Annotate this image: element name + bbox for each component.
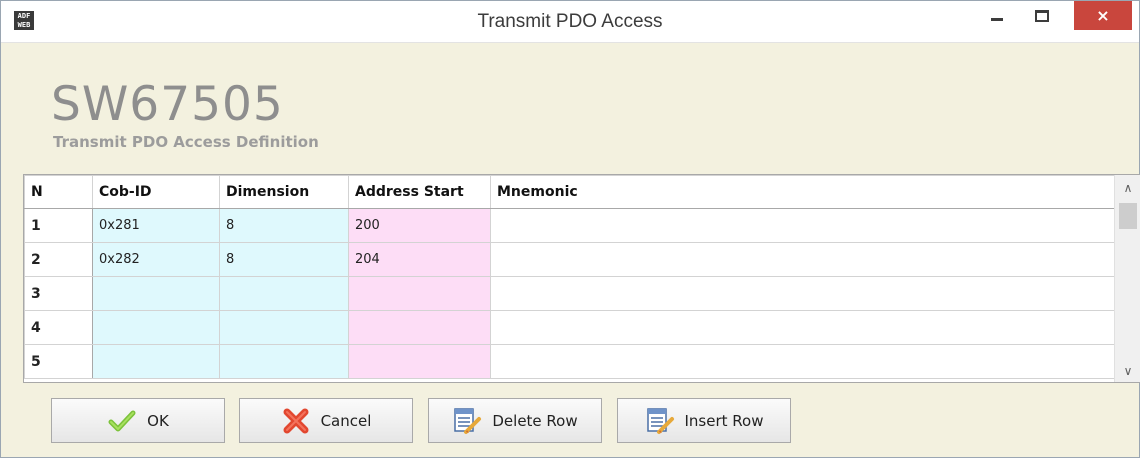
- mnemonic-cell[interactable]: [490, 276, 1115, 311]
- pdo-grid: N Cob-ID Dimension Address Start Mnemoni…: [24, 175, 1115, 379]
- cob-id-cell[interactable]: 0x281: [92, 208, 220, 243]
- dialog-window: ADF WEB Transmit PDO Access × SW67505 Tra…: [0, 0, 1140, 458]
- minimize-icon: [991, 17, 1003, 21]
- insert-row-icon: [646, 407, 674, 434]
- vertical-scrollbar[interactable]: ∧ ∨: [1114, 175, 1140, 382]
- scroll-thumb[interactable]: [1119, 203, 1137, 229]
- mnemonic-cell[interactable]: [490, 344, 1115, 379]
- address-start-cell[interactable]: [348, 276, 491, 311]
- table-row[interactable]: 2 0x282 8 204: [24, 242, 1115, 277]
- dimension-cell[interactable]: [219, 276, 349, 311]
- maximize-button[interactable]: [1021, 1, 1063, 31]
- ok-button[interactable]: OK: [51, 398, 225, 443]
- close-icon: ×: [1096, 6, 1110, 25]
- red-x-icon: [283, 408, 309, 433]
- address-start-cell[interactable]: [348, 344, 491, 379]
- ok-label: OK: [147, 411, 169, 430]
- dimension-cell[interactable]: 8: [219, 208, 349, 243]
- column-header-cob-id[interactable]: Cob-ID: [92, 175, 220, 209]
- close-button[interactable]: ×: [1074, 1, 1132, 30]
- cancel-button[interactable]: Cancel: [239, 398, 413, 443]
- title-bar[interactable]: ADF WEB Transmit PDO Access ×: [1, 1, 1139, 43]
- mnemonic-cell[interactable]: [490, 242, 1115, 277]
- dimension-cell[interactable]: [219, 344, 349, 379]
- cob-id-cell[interactable]: [92, 344, 220, 379]
- mnemonic-cell[interactable]: [490, 310, 1115, 345]
- column-header-address-start[interactable]: Address Start: [348, 175, 491, 209]
- row-number[interactable]: 2: [24, 242, 93, 277]
- window-title: Transmit PDO Access: [477, 11, 663, 32]
- address-start-cell[interactable]: 204: [348, 242, 491, 277]
- row-number[interactable]: 3: [24, 276, 93, 311]
- row-number[interactable]: 4: [24, 310, 93, 345]
- cob-id-cell[interactable]: [92, 276, 220, 311]
- table-header-row: N Cob-ID Dimension Address Start Mnemoni…: [24, 175, 1115, 209]
- maximize-icon: [1035, 10, 1049, 22]
- cob-id-cell[interactable]: 0x282: [92, 242, 220, 277]
- delete-row-icon: [454, 407, 482, 434]
- delete-row-button[interactable]: Delete Row: [428, 398, 602, 443]
- insert-row-button[interactable]: Insert Row: [617, 398, 791, 443]
- page-title: SW67505: [51, 77, 284, 132]
- pdo-table: N Cob-ID Dimension Address Start Mnemoni…: [23, 174, 1140, 383]
- column-header-dimension[interactable]: Dimension: [219, 175, 349, 209]
- insert-row-label: Insert Row: [684, 411, 764, 430]
- checkmark-icon: [108, 410, 136, 431]
- mnemonic-cell[interactable]: [490, 208, 1115, 243]
- minimize-button[interactable]: [976, 1, 1018, 31]
- column-header-mnemonic[interactable]: Mnemonic: [490, 175, 1115, 209]
- delete-row-label: Delete Row: [492, 411, 578, 430]
- row-number[interactable]: 5: [24, 344, 93, 379]
- dimension-cell[interactable]: [219, 310, 349, 345]
- table-row[interactable]: 1 0x281 8 200: [24, 208, 1115, 243]
- address-start-cell[interactable]: 200: [348, 208, 491, 243]
- table-row[interactable]: 5: [24, 344, 1115, 379]
- cob-id-cell[interactable]: [92, 310, 220, 345]
- dimension-cell[interactable]: 8: [219, 242, 349, 277]
- address-start-cell[interactable]: [348, 310, 491, 345]
- column-header-n[interactable]: N: [24, 175, 93, 209]
- cancel-label: Cancel: [320, 411, 372, 430]
- page-subtitle: Transmit PDO Access Definition: [53, 133, 319, 151]
- scroll-down-arrow-icon[interactable]: ∨: [1115, 360, 1140, 382]
- table-row[interactable]: 4: [24, 310, 1115, 345]
- table-row[interactable]: 3: [24, 276, 1115, 311]
- scroll-up-arrow-icon[interactable]: ∧: [1115, 177, 1140, 199]
- row-number[interactable]: 1: [24, 208, 93, 243]
